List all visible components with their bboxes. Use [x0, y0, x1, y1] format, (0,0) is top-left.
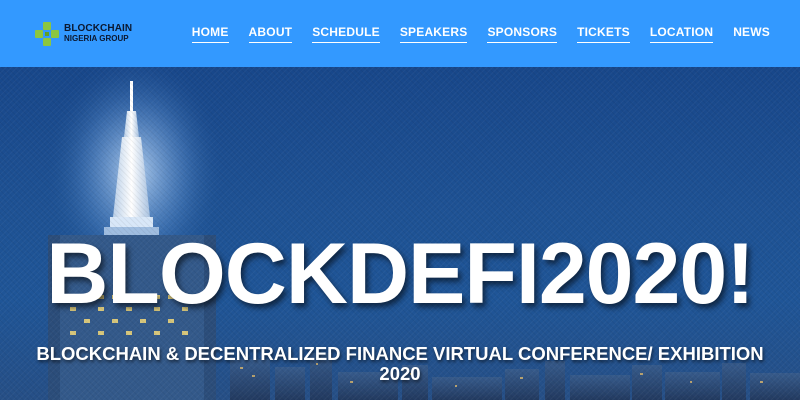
nav-item-about[interactable]: ABOUT [248, 25, 293, 43]
hero-subtitle-line-1: BLOCKCHAIN & DECENTRALIZED FINANCE VIRTU… [36, 343, 764, 364]
nav-item-location[interactable]: LOCATION [649, 25, 714, 43]
nav-item-speakers[interactable]: SPEAKERS [399, 25, 468, 43]
logo-line-1: BLOCKCHAIN [64, 23, 133, 34]
hero-title: BLOCKDEFI2020! [46, 226, 755, 322]
nav-item-sponsors[interactable]: SPONSORS [487, 25, 558, 43]
site-header: BLOCKCHAIN NIGERIA GROUP HOME ABOUT SCHE… [0, 0, 800, 67]
hero-subtitle: BLOCKCHAIN & DECENTRALIZED FINANCE VIRTU… [0, 344, 800, 384]
main-nav: HOME ABOUT SCHEDULE SPEAKERS SPONSORS TI… [191, 25, 770, 43]
nav-item-tickets[interactable]: TICKETS [577, 25, 630, 43]
nav-item-schedule[interactable]: SCHEDULE [312, 25, 380, 43]
logo-text: BLOCKCHAIN NIGERIA GROUP [64, 24, 132, 43]
nav-item-news[interactable]: NEWS [733, 25, 770, 42]
nav-item-home[interactable]: HOME [191, 25, 229, 43]
blockchain-logo-icon [34, 21, 60, 47]
hero-subtitle-line-2: 2020 [379, 363, 421, 384]
site-logo[interactable]: BLOCKCHAIN NIGERIA GROUP [34, 21, 132, 47]
hero-banner: BLOCKDEFI2020! BLOCKCHAIN & DECENTRALIZE… [0, 67, 800, 400]
logo-line-2: NIGERIA GROUP [64, 34, 129, 43]
